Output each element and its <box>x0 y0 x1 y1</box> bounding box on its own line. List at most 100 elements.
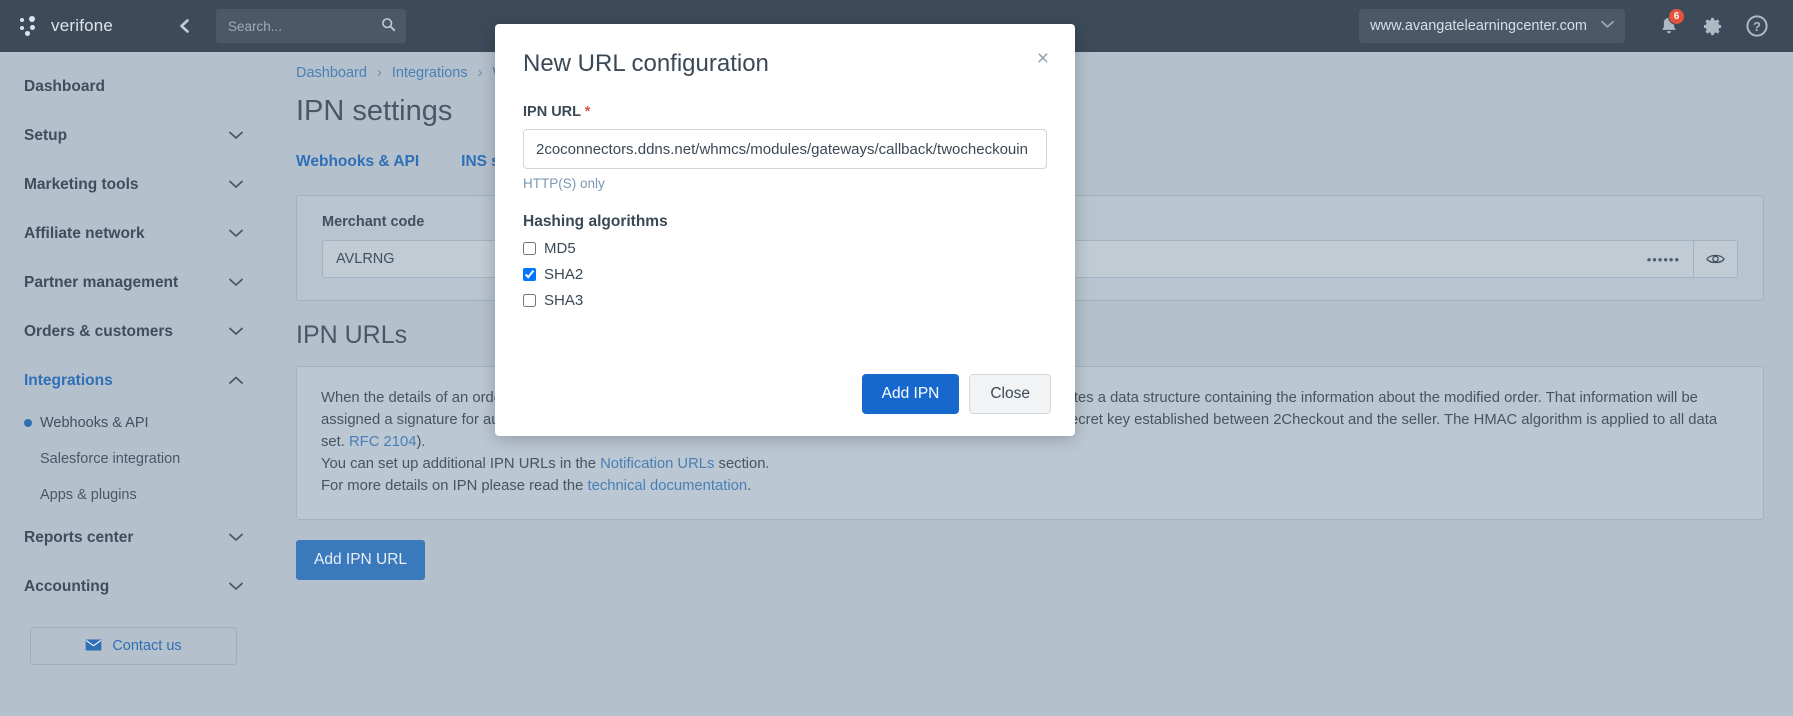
md5-checkbox[interactable] <box>523 242 536 255</box>
chevron-down-icon <box>1601 20 1614 32</box>
notification-urls-link[interactable]: Notification URLs <box>600 456 714 472</box>
hashing-option-sha2[interactable]: SHA2 <box>523 266 1047 283</box>
chevron-down-icon <box>229 128 243 143</box>
close-icon[interactable]: × <box>1037 48 1049 69</box>
account-name: www.avangatelearningcenter.com <box>1370 18 1587 34</box>
hashing-option-md5[interactable]: MD5 <box>523 240 1047 257</box>
search-box[interactable] <box>216 9 406 43</box>
chevron-down-icon <box>229 226 243 241</box>
hashing-option-sha3[interactable]: SHA3 <box>523 292 1047 309</box>
required-asterisk: * <box>584 104 591 120</box>
sidebar-subitem-label: Salesforce integration <box>40 451 181 467</box>
notifications-button[interactable]: 6 <box>1647 4 1691 48</box>
sidebar-item-setup[interactable]: Setup <box>0 111 267 160</box>
sidebar-item-label: Integrations <box>24 371 113 389</box>
help-button[interactable]: ? <box>1735 4 1779 48</box>
sidebar-item-label: Affiliate network <box>24 224 145 242</box>
account-selector[interactable]: www.avangatelearningcenter.com <box>1359 9 1625 43</box>
sidebar-item-webhooks-api[interactable]: Webhooks & API <box>0 405 267 441</box>
breadcrumb-separator-icon: › <box>376 65 382 81</box>
sidebar-item-affiliate-network[interactable]: Affiliate network <box>0 209 267 258</box>
hashing-algorithms-title: Hashing algorithms <box>523 213 668 230</box>
verifone-logo-icon <box>20 16 44 36</box>
spacer-dot-icon <box>24 491 32 499</box>
ipn-info-paragraph-2-post: section. <box>714 456 770 472</box>
breadcrumb-item-integrations[interactable]: Integrations <box>392 65 468 81</box>
sha3-label: SHA3 <box>544 292 584 309</box>
modal-header: New URL configuration × <box>495 24 1075 78</box>
ipn-info-paragraph-3-pre: For more details on IPN please read the <box>321 478 588 494</box>
brand-logo-area[interactable]: verifone <box>20 16 160 36</box>
spacer-dot-icon <box>24 455 32 463</box>
sidebar-item-marketing-tools[interactable]: Marketing tools <box>0 160 267 209</box>
ipn-url-label: IPN URL * <box>523 104 1047 120</box>
sidebar-item-orders-customers[interactable]: Orders & customers <box>0 307 267 356</box>
sidebar: Dashboard Setup Marketing tools Affiliat… <box>0 52 267 716</box>
breadcrumb-item-dashboard[interactable]: Dashboard <box>296 65 367 81</box>
new-url-configuration-modal: New URL configuration × IPN URL * HTTP(S… <box>495 24 1075 436</box>
chevron-down-icon <box>229 579 243 594</box>
sidebar-item-salesforce-integration[interactable]: Salesforce integration <box>0 441 267 477</box>
help-icon: ? <box>1746 15 1768 37</box>
brand-name: verifone <box>51 16 114 35</box>
secret-key-masked: •••••• <box>1646 251 1680 267</box>
sidebar-item-label: Reports center <box>24 528 134 546</box>
sidebar-subitem-label: Webhooks & API <box>40 415 149 431</box>
rfc-2104-link[interactable]: RFC 2104 <box>349 434 416 450</box>
active-dot-icon <box>24 419 32 427</box>
technical-documentation-link[interactable]: technical documentation <box>587 478 747 494</box>
close-button[interactable]: Close <box>969 374 1051 414</box>
sidebar-item-partner-management[interactable]: Partner management <box>0 258 267 307</box>
info-paren: ). <box>416 434 426 450</box>
gear-icon <box>1703 17 1721 35</box>
chevron-left-icon[interactable] <box>168 9 202 43</box>
add-ipn-button[interactable]: Add IPN <box>861 374 960 414</box>
merchant-code-value: AVLRNG <box>336 251 395 267</box>
sidebar-item-apps-plugins[interactable]: Apps & plugins <box>0 477 267 513</box>
modal-body: IPN URL * HTTP(S) only Hashing algorithm… <box>495 78 1075 309</box>
search-icon <box>381 17 396 36</box>
chevron-down-icon <box>229 177 243 192</box>
eye-icon[interactable] <box>1694 240 1738 278</box>
integrations-subnav: Webhooks & API Salesforce integration Ap… <box>0 405 267 513</box>
contact-us-wrapper: Contact us <box>0 611 267 665</box>
sidebar-item-label: Orders & customers <box>24 322 174 340</box>
notification-badge: 6 <box>1668 8 1685 25</box>
mail-icon <box>85 638 102 654</box>
sha2-label: SHA2 <box>544 266 584 283</box>
add-ipn-url-button[interactable]: Add IPN URL <box>296 540 426 580</box>
tab-webhooks-api[interactable]: Webhooks & API <box>296 153 419 180</box>
sha2-checkbox[interactable] <box>523 268 536 281</box>
md5-label: MD5 <box>544 240 576 257</box>
sidebar-item-label: Dashboard <box>24 77 105 95</box>
contact-us-button[interactable]: Contact us <box>30 627 237 665</box>
ipn-info-paragraph-2-pre: You can set up additional IPN URLs in th… <box>321 456 601 472</box>
top-bar-right: www.avangatelearningcenter.com 6 ? <box>1359 4 1793 48</box>
sidebar-item-accounting[interactable]: Accounting <box>0 562 267 611</box>
chevron-up-icon <box>229 373 243 388</box>
ipn-url-hint: HTTP(S) only <box>523 176 605 191</box>
ipn-url-input[interactable] <box>523 129 1047 169</box>
chevron-down-icon <box>229 324 243 339</box>
sidebar-item-label: Accounting <box>24 577 110 595</box>
contact-us-label: Contact us <box>112 638 182 654</box>
sidebar-item-label: Partner management <box>24 273 179 291</box>
ipn-info-paragraph-3-post: . <box>747 478 752 494</box>
chevron-down-icon <box>229 530 243 545</box>
app-root: verifone www.avangatelearningcenter.com <box>0 0 1793 716</box>
chevron-down-icon <box>229 275 243 290</box>
modal-title: New URL configuration <box>523 50 769 77</box>
settings-button[interactable] <box>1691 4 1735 48</box>
breadcrumb-separator-icon: › <box>477 65 483 81</box>
sidebar-subitem-label: Apps & plugins <box>40 487 137 503</box>
sidebar-item-label: Setup <box>24 126 68 144</box>
sha3-checkbox[interactable] <box>523 294 536 307</box>
sidebar-item-dashboard[interactable]: Dashboard <box>0 62 267 111</box>
sidebar-item-integrations[interactable]: Integrations <box>0 356 267 405</box>
modal-footer: Add IPN Close <box>861 374 1051 414</box>
search-input[interactable] <box>226 17 377 35</box>
sidebar-item-label: Marketing tools <box>24 175 139 193</box>
sidebar-item-reports-center[interactable]: Reports center <box>0 513 267 562</box>
ipn-url-label-text: IPN URL <box>523 104 581 120</box>
svg-text:?: ? <box>1753 19 1761 34</box>
